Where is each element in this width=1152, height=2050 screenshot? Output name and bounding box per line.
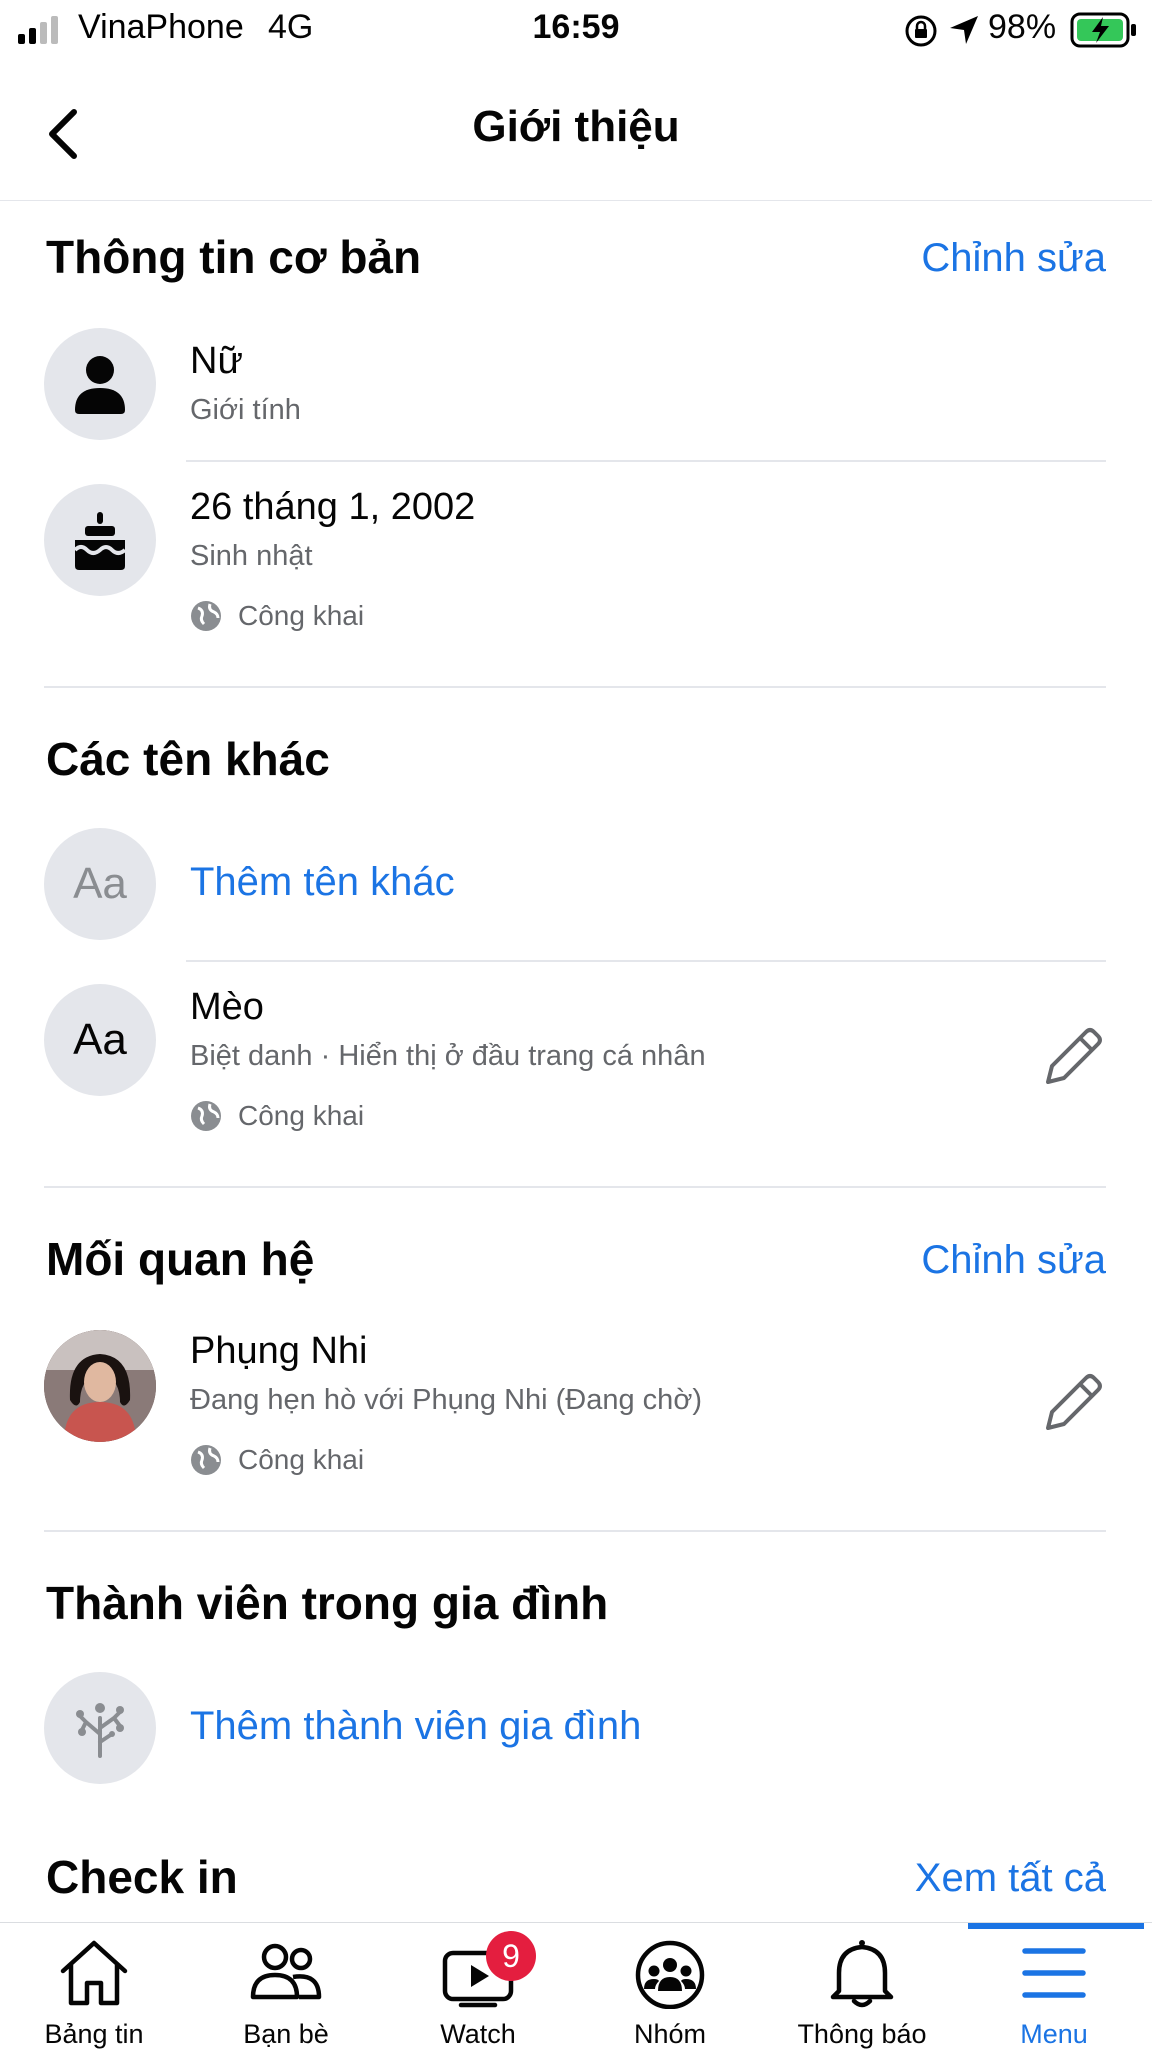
nav-label: Bảng tin <box>44 2019 144 2049</box>
divider <box>186 960 1106 962</box>
birthday-value: 26 tháng 1, 2002 <box>190 486 476 528</box>
section-divider <box>44 686 1106 688</box>
partner-name[interactable]: Phụng Nhi <box>190 1330 367 1373</box>
home-icon <box>60 1940 128 2006</box>
text-aa-icon: Aa <box>73 1015 127 1064</box>
menu-icon <box>1022 1948 1086 1998</box>
gender-label: Giới tính <box>190 394 301 426</box>
nav-label: Watch <box>440 2019 516 2049</box>
see-all-checkins-link[interactable]: Xem tất cả <box>915 1856 1106 1901</box>
birthday-icon-circle <box>44 484 156 596</box>
section-divider <box>44 1186 1106 1188</box>
gender-value: Nữ <box>190 340 243 382</box>
partner-avatar[interactable] <box>44 1330 156 1442</box>
edit-relationship-button[interactable]: Chỉnh sửa <box>921 1238 1106 1283</box>
person-icon <box>75 356 125 414</box>
bell-icon <box>830 1940 894 2008</box>
nav-label: Nhóm <box>633 2019 707 2049</box>
globe-icon <box>191 1101 221 1131</box>
add-name-icon-circle[interactable]: Aa <box>44 828 156 940</box>
battery-percent: 98% <box>988 8 1057 46</box>
family-icon-circle[interactable] <box>44 1672 156 1784</box>
cake-icon <box>73 512 127 570</box>
nav-item-menu[interactable]: Menu <box>974 1923 1134 2049</box>
nickname-privacy[interactable]: Công khai <box>238 1100 364 1132</box>
add-other-name-link[interactable]: Thêm tên khác <box>190 860 455 905</box>
globe-icon <box>191 1445 221 1475</box>
status-bar: VinaPhone 4G 16:59 98% <box>0 0 1152 60</box>
text-aa-icon: Aa <box>73 859 127 908</box>
nav-item-news-feed[interactable]: Bảng tin <box>14 1923 174 2049</box>
nav-label: Thông báo <box>797 2019 927 2049</box>
section-title-basic-info: Thông tin cơ bản <box>46 231 422 283</box>
section-title-other-names: Các tên khác <box>46 733 330 785</box>
nav-item-friends[interactable]: Bạn bè <box>206 1923 366 2049</box>
bottom-nav: Bảng tin Bạn bè 9 Watch Nhóm Thông báo M… <box>0 1922 1152 2049</box>
avatar-photo <box>44 1330 156 1442</box>
nickname-icon-circle: Aa <box>44 984 156 1096</box>
birthday-label: Sinh nhật <box>190 540 313 572</box>
edit-basic-info-button[interactable]: Chỉnh sửa <box>921 236 1106 281</box>
nickname-label: Biệt danh · Hiển thị ở đầu trang cá nhân <box>190 1040 706 1072</box>
battery-charging-icon <box>1070 12 1136 48</box>
friends-icon <box>250 1943 322 2000</box>
relationship-status: Đang hẹn hò với Phụng Nhi (Đang chờ) <box>190 1384 702 1416</box>
rotation-lock-icon <box>905 15 937 47</box>
birthday-privacy[interactable]: Công khai <box>238 600 364 632</box>
edit-pencil-icon[interactable] <box>1040 1024 1106 1090</box>
nickname-value: Mèo <box>190 986 264 1028</box>
nav-item-groups[interactable]: Nhóm <box>590 1923 750 2049</box>
section-title-family: Thành viên trong gia đình <box>46 1577 609 1629</box>
header: Giới thiệu <box>0 60 1152 201</box>
add-family-member-link[interactable]: Thêm thành viên gia đình <box>190 1704 641 1749</box>
relationship-privacy[interactable]: Công khai <box>238 1444 364 1476</box>
family-tree-icon <box>76 1703 124 1758</box>
nav-label: Bạn bè <box>243 2019 329 2049</box>
section-title-checkin: Check in <box>46 1851 238 1903</box>
page-title: Giới thiệu <box>472 102 680 151</box>
nav-item-notifications[interactable]: Thông báo <box>782 1923 942 2049</box>
gender-icon-circle <box>44 328 156 440</box>
nav-label: Menu <box>1020 2019 1088 2049</box>
section-divider <box>44 1530 1106 1532</box>
section-title-relationship: Mối quan hệ <box>46 1233 315 1285</box>
globe-icon <box>191 601 221 631</box>
edit-pencil-icon[interactable] <box>1040 1370 1106 1436</box>
nav-item-watch[interactable]: 9 Watch <box>398 1923 558 2049</box>
location-arrow-icon <box>950 16 978 44</box>
groups-icon <box>635 1940 705 2009</box>
divider <box>186 460 1106 462</box>
notification-badge: 9 <box>486 1931 536 1981</box>
